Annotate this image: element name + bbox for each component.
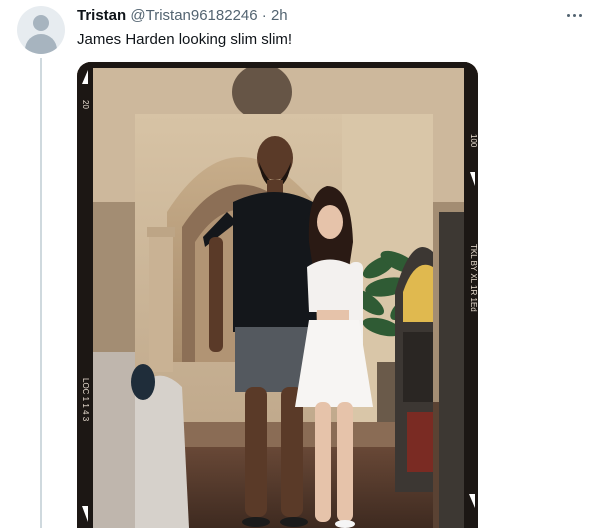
film-label-3: 100 xyxy=(469,134,478,148)
film-label-4: TKL BY XL 1R 1Ed xyxy=(469,244,478,312)
separator-dot: · xyxy=(261,7,267,24)
film-label-1: 20 xyxy=(81,100,90,109)
tweet-media[interactable]: 20 LOC 1 1 4 3 100 TKL BY XL 1R 1Ed xyxy=(77,62,478,528)
author-name[interactable]: Tristan xyxy=(77,7,126,24)
tweet-header: Tristan @Tristan96182246 · 2h xyxy=(77,7,288,25)
more-horizontal-icon xyxy=(566,13,582,17)
more-button[interactable] xyxy=(561,4,587,26)
tweet-time[interactable]: 2h xyxy=(271,7,288,24)
inner-photo xyxy=(131,114,433,528)
default-avatar-icon xyxy=(17,6,65,54)
film-label-2: LOC 1 1 4 3 xyxy=(81,378,90,422)
tweet-text: James Harden looking slim slim! xyxy=(77,31,293,48)
avatar[interactable] xyxy=(17,6,65,54)
photo: 20 LOC 1 1 4 3 100 TKL BY XL 1R 1Ed xyxy=(77,62,478,528)
author-handle[interactable]: @Tristan96182246 xyxy=(130,7,257,24)
thread-line xyxy=(40,58,42,528)
